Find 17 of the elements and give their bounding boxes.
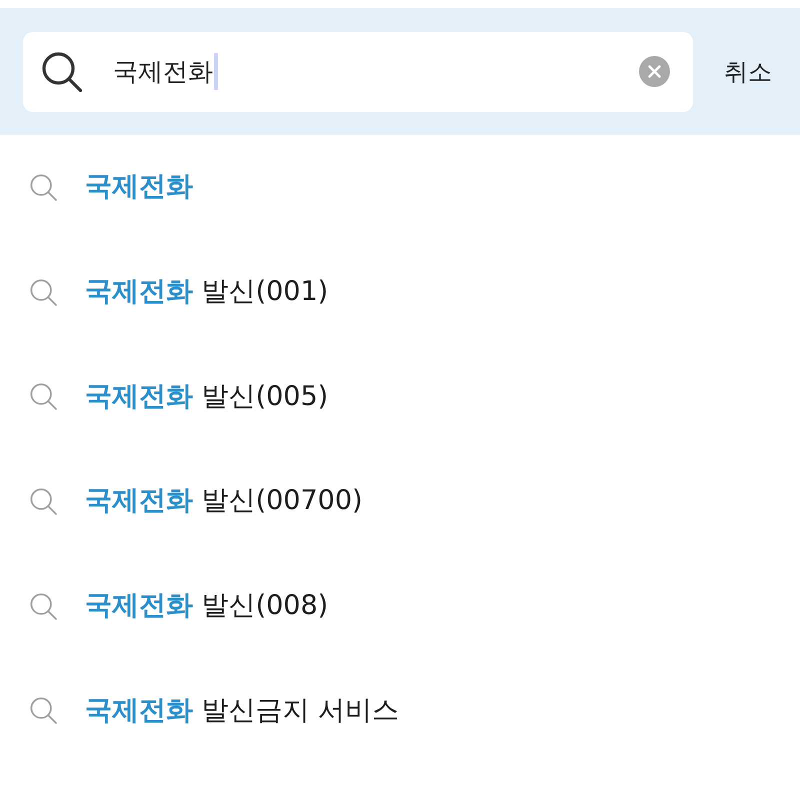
suggestion-link[interactable]: 국제전화 발신금지 서비스: [85, 694, 400, 727]
search-icon: [30, 174, 57, 201]
suggestion-link[interactable]: 국제전화 발신(008): [85, 590, 328, 622]
search-field[interactable]: 국제전화: [23, 32, 693, 112]
clear-button[interactable]: [639, 56, 670, 87]
search-icon: [30, 592, 57, 620]
search-icon: [30, 488, 57, 515]
search-icon: [30, 278, 57, 306]
suggestion-link[interactable]: 국제전화 발신(00700): [85, 485, 363, 518]
search-icon: [30, 697, 57, 724]
search-icon: [30, 383, 57, 410]
suggestion-link[interactable]: 국제전화: [85, 171, 193, 204]
suggestion-link[interactable]: 국제전화 발신(001): [85, 276, 328, 308]
cancel-button[interactable]: 취소: [724, 52, 772, 92]
suggestion-link[interactable]: 국제전화 발신(005): [85, 380, 328, 413]
search-icon: [42, 52, 82, 92]
clear-icon: [639, 56, 670, 87]
